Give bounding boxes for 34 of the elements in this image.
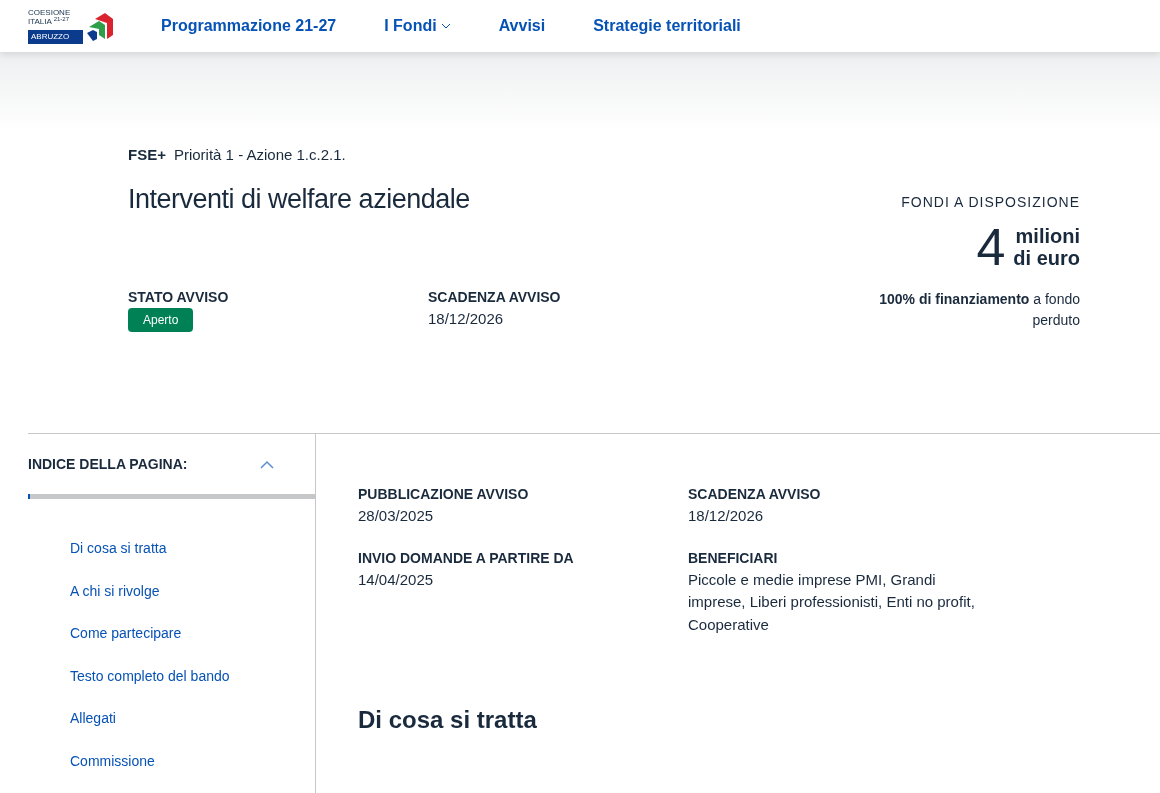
deadline-value: 18/12/2026 <box>428 308 505 329</box>
detail-value: 14/04/2025 <box>358 569 435 590</box>
toc-link[interactable]: A chi si rivolge <box>70 580 160 602</box>
toc-link[interactable]: Commissione <box>70 750 155 772</box>
funding-note: 100% di finanziamento a fondo perduto <box>878 290 1080 330</box>
detail-label: INVIO DOMANDE A PARTIRE DA <box>358 548 575 568</box>
fund-label: FSE+ <box>128 145 166 165</box>
page-title: Interventi di welfare aziendale <box>128 182 471 215</box>
nav-link[interactable]: Programmazione 21-27 <box>161 14 337 38</box>
amount-unit: milioni <box>1014 225 1080 247</box>
nav-link[interactable]: Avvisi <box>498 14 546 38</box>
amount-unit: di euro <box>1013 247 1080 269</box>
chevron-up-icon <box>259 459 275 470</box>
toc-link[interactable]: Testo completo del bando <box>70 665 230 687</box>
toc-link[interactable]: Allegati <box>70 708 116 729</box>
detail-label: PUBBLICAZIONE AVVISO <box>358 485 530 504</box>
funds-label: FONDI A DISPOSIZIONE <box>901 193 1080 212</box>
toc-link[interactable]: Come partecipare <box>70 623 182 644</box>
amount-value: 4 <box>976 221 1006 273</box>
detail-label: BENEFICIARI <box>688 548 779 568</box>
deadline-label: SCADENZA AVVISO <box>428 287 561 307</box>
priority-text: Priorità 1 - Azione 1.c.2.1. <box>173 145 346 165</box>
detail-value: Piccole e medie imprese PMI, Grandi imprese, Liberi professionisti, Enti no profit, Cooperative <box>688 569 976 635</box>
logo[interactable]: COESIONE ITALIA $^{21-27}$ ABRUZZO <box>28 8 113 44</box>
nav-link[interactable]: I Fondi <box>384 14 451 38</box>
nav-link[interactable]: Strategie territoriali <box>593 14 741 38</box>
toc-link[interactable]: Di cosa si tratta <box>70 538 167 559</box>
status-label: STATO AVVISO <box>128 287 230 307</box>
section-heading: Di cosa si tratta <box>358 706 538 735</box>
status-badge: Aperto <box>128 307 194 332</box>
toc-title: INDICE DELLA PAGINA: <box>28 454 188 474</box>
detail-value: 28/03/2025 <box>358 506 435 526</box>
detail-value: 18/12/2026 <box>688 506 765 526</box>
detail-label: SCADENZA AVVISO <box>688 485 822 504</box>
